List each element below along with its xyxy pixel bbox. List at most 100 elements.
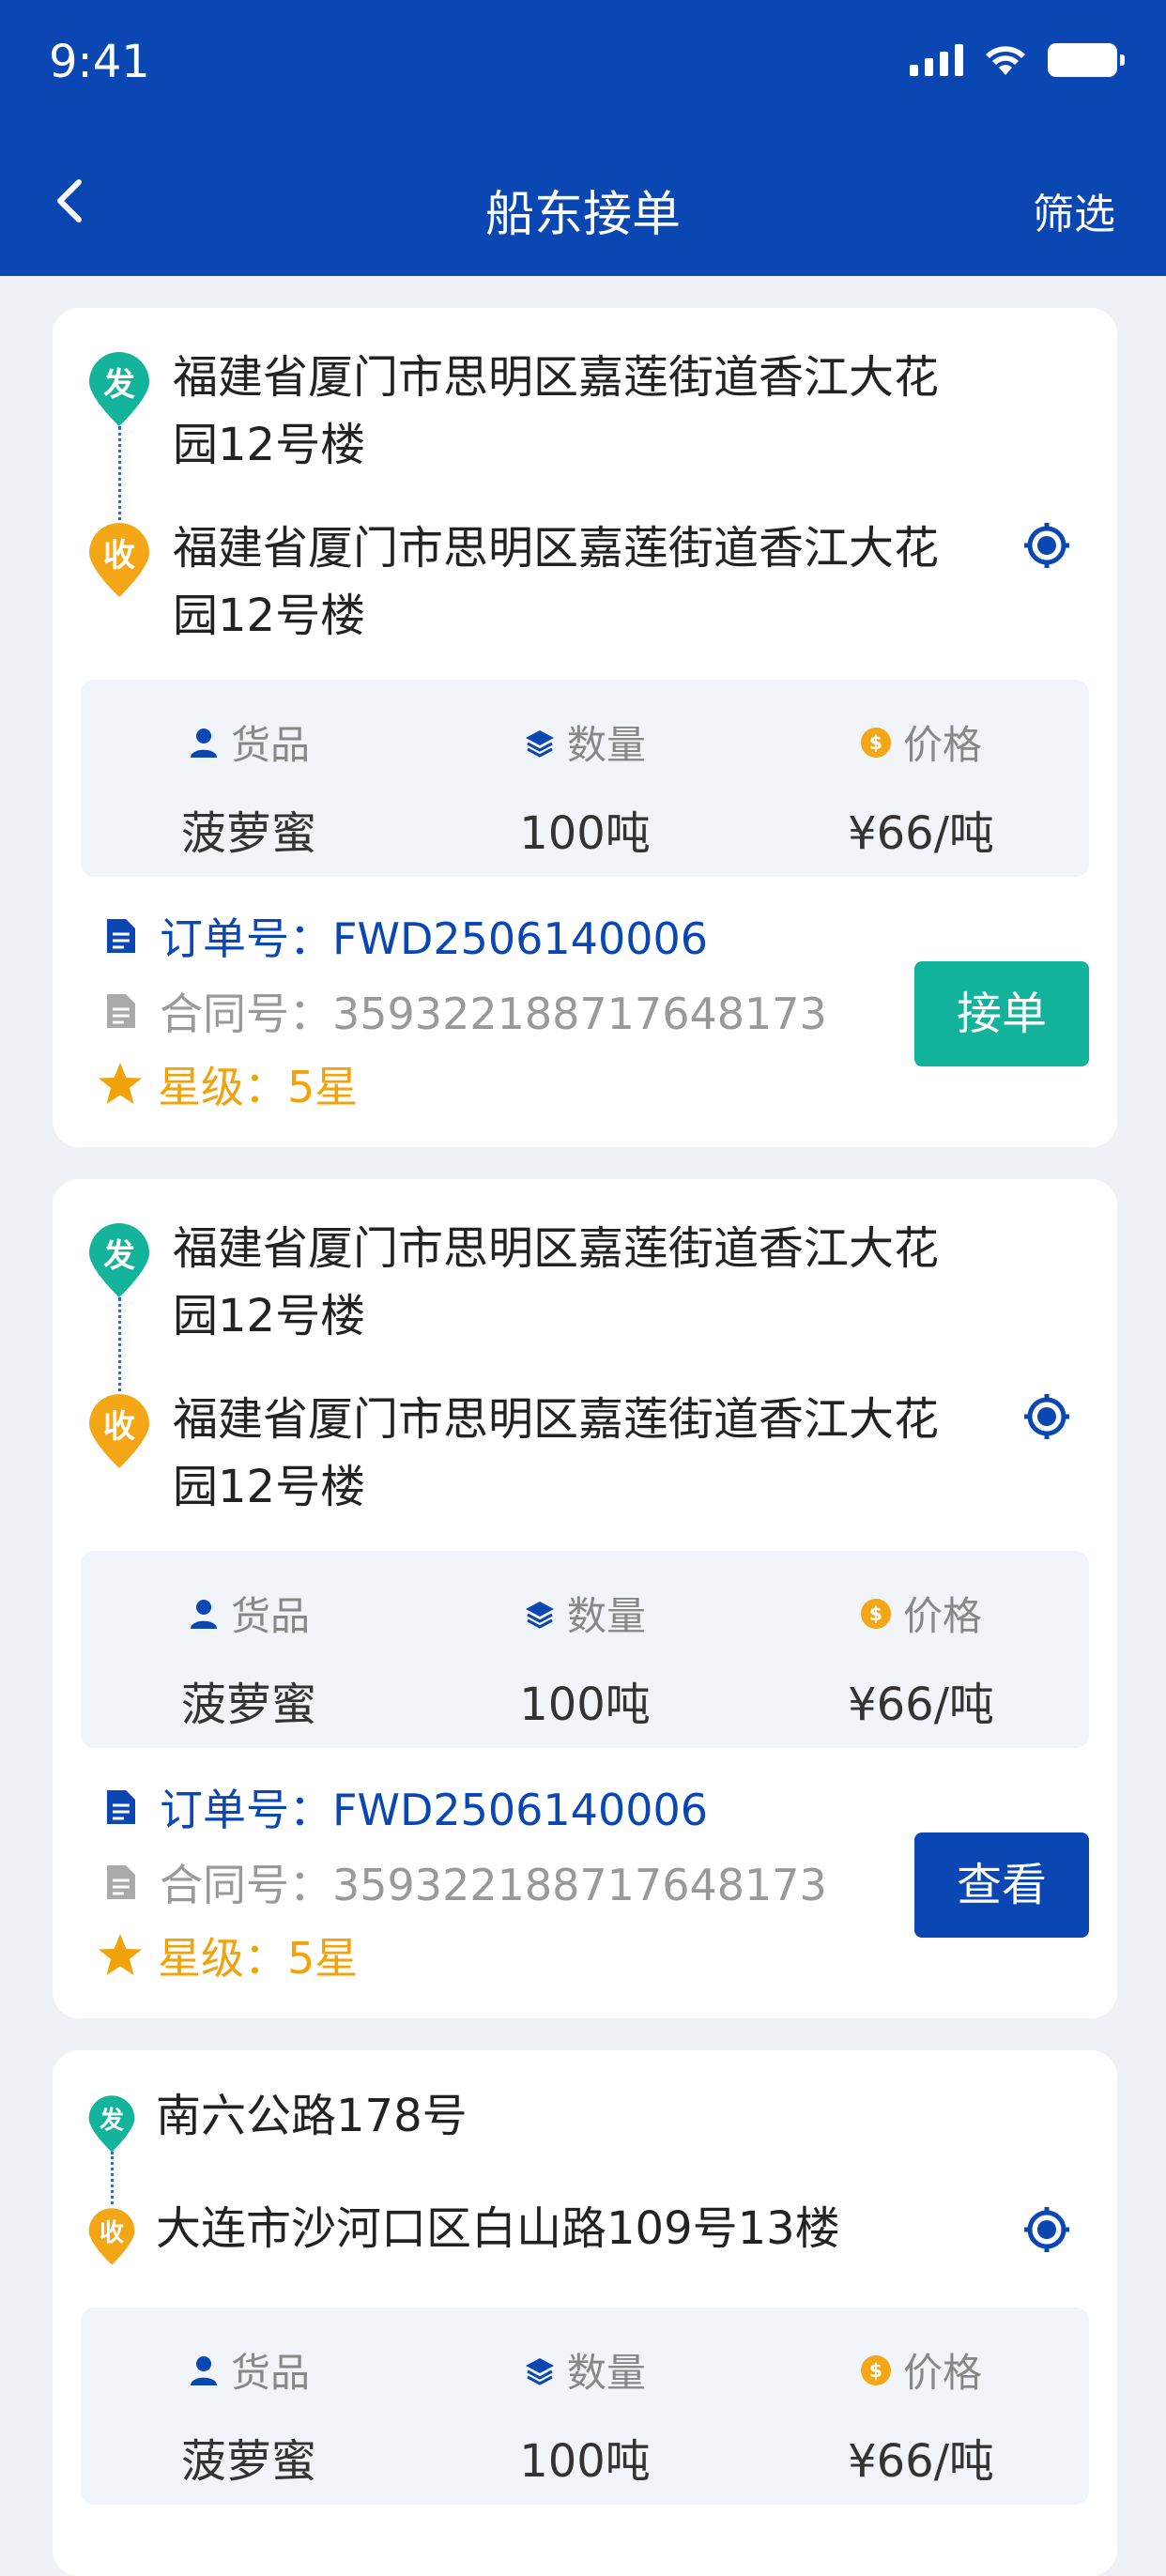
to-badge: 收 [103, 537, 135, 575]
coin-icon: $ [860, 1598, 891, 1629]
coin-icon: $ [860, 727, 891, 758]
from-address-line1: 福建省厦门市思明区嘉莲街道香江大花 [173, 1222, 940, 1275]
route-connector [118, 426, 121, 528]
goods-header: 货品 [230, 1593, 310, 1639]
from-address-line2: 园12号楼 [173, 1290, 366, 1342]
to-address: 福建省厦门市思明区嘉莲街道香江大花 园12号楼 [173, 1386, 999, 1521]
route-connector [111, 2152, 114, 2204]
goods-header: 货品 [230, 2350, 310, 2396]
quantity-value: 100吨 [519, 2435, 651, 2488]
rating-text: 星级：5星 [158, 1933, 359, 1984]
goods-value: 菠萝蜜 [180, 2435, 316, 2488]
route: 发 福建省厦门市思明区嘉莲街道香江大花 园12号楼 收 福建省厦门市思明区嘉莲街… [86, 1220, 1082, 1558]
layers-icon [525, 729, 554, 758]
document-icon [107, 1865, 135, 1899]
price-column: $ 价格 ¥66/吨 [753, 680, 1089, 877]
rating: 星级：5星 [99, 1053, 359, 1115]
locate-icon[interactable] [1023, 1393, 1070, 1440]
to-pin-icon: 收 [86, 520, 152, 599]
route-connector [118, 1297, 121, 1399]
goods-value: 菠萝蜜 [180, 807, 316, 860]
to-address-line2: 园12号楼 [173, 1461, 366, 1513]
from-address: 福建省厦门市思明区嘉莲街道香江大花 园12号楼 [173, 344, 999, 479]
contract-number-text: 合同号：359322188717648173 [160, 1860, 827, 1910]
price-value: ¥66/吨 [848, 2435, 994, 2488]
from-badge: 发 [103, 1237, 135, 1275]
from-badge: 发 [103, 366, 135, 404]
goods-panel: 货品 菠萝蜜 数量 100吨 $ 价格 ¥66/吨 [81, 1551, 1089, 1748]
price-value: ¥66/吨 [848, 1679, 994, 1731]
quantity-value: 100吨 [519, 1679, 651, 1731]
quantity-value: 100吨 [519, 807, 651, 860]
order-card: 发 福建省厦门市思明区嘉莲街道香江大花 园12号楼 收 福建省厦门市思明区嘉莲街… [53, 1179, 1117, 2018]
from-address-line2: 园12号楼 [173, 419, 366, 471]
to-badge: 收 [99, 2219, 124, 2247]
wifi-icon [986, 46, 1025, 75]
goods-column: 货品 菠萝蜜 [81, 2308, 417, 2505]
price-column: $ 价格 ¥66/吨 [753, 2308, 1089, 2505]
price-header: 价格 [902, 2350, 982, 2396]
to-pin-icon: 收 [86, 2206, 137, 2266]
locate-icon[interactable] [1023, 2206, 1070, 2253]
from-badge: 发 [99, 2107, 124, 2135]
filter-button[interactable]: 筛选 [1033, 180, 1115, 240]
document-icon [107, 994, 135, 1028]
to-badge: 收 [103, 1408, 135, 1446]
document-icon [107, 919, 135, 953]
locate-icon[interactable] [1023, 522, 1070, 569]
price-column: $ 价格 ¥66/吨 [753, 1551, 1089, 1748]
price-header: 价格 [902, 1593, 982, 1639]
order-number-text: 订单号：FWD2506140006 [160, 913, 709, 964]
goods-column: 货品 菠萝蜜 [81, 1551, 417, 1748]
quantity-column: 数量 100吨 [417, 2308, 753, 2505]
rating-text: 星级：5星 [158, 1062, 359, 1112]
route: 发 南六公路178号 收 大连市沙河口区白山路109号13楼 [86, 2090, 1082, 2265]
layers-icon [525, 2357, 554, 2385]
quantity-column: 数量 100吨 [417, 1551, 753, 1748]
document-icon [107, 1790, 135, 1824]
order-number: 订单号：FWD2506140006 [101, 1776, 708, 1838]
coin-icon: $ [860, 2354, 891, 2385]
to-address-line1: 福建省厦门市思明区嘉莲街道香江大花 [173, 522, 940, 575]
order-card: 发 福建省厦门市思明区嘉莲街道香江大花 园12号楼 收 福建省厦门市思明区嘉莲街… [53, 308, 1117, 1147]
price-value: ¥66/吨 [848, 807, 994, 860]
goods-column: 货品 菠萝蜜 [81, 680, 417, 877]
status-time: 9:41 [49, 36, 150, 88]
user-icon [190, 2355, 217, 2385]
from-address-line1: 福建省厦门市思明区嘉莲街道香江大花 [173, 351, 940, 404]
goods-header: 货品 [230, 722, 310, 768]
from-address: 南六公路178号 [156, 2090, 468, 2142]
route: 发 福建省厦门市思明区嘉莲街道香江大花 园12号楼 收 福建省厦门市思明区嘉莲街… [86, 349, 1082, 687]
accept-order-button[interactable]: 接单 [914, 961, 1089, 1066]
quantity-header: 数量 [566, 722, 646, 768]
from-pin-icon: 发 [86, 349, 152, 428]
order-number: 订单号：FWD2506140006 [101, 905, 708, 967]
from-address: 福建省厦门市思明区嘉莲街道香江大花 园12号楼 [173, 1215, 999, 1350]
rating: 星级：5星 [99, 1924, 359, 1986]
to-address-line1: 福建省厦门市思明区嘉莲街道香江大花 [173, 1393, 940, 1446]
view-order-button[interactable]: 查看 [914, 1832, 1089, 1938]
goods-value: 菠萝蜜 [180, 1679, 316, 1731]
goods-panel: 货品 菠萝蜜 数量 100吨 $ 价格 ¥66/吨 [81, 2308, 1089, 2505]
status-icons [910, 43, 1125, 77]
to-pin-icon: 收 [86, 1391, 152, 1470]
order-number-text: 订单号：FWD2506140006 [160, 1785, 709, 1835]
user-icon [190, 1599, 217, 1629]
from-pin-icon: 发 [86, 1220, 152, 1299]
quantity-header: 数量 [566, 2350, 646, 2396]
star-icon [99, 1934, 142, 1975]
app-header: 9:41 船东接单 筛选 [0, 0, 1166, 276]
contract-number: 合同号：359322188717648173 [101, 980, 827, 1042]
price-header: 价格 [902, 722, 982, 768]
svg-text:$: $ [869, 2359, 882, 2382]
contract-number-text: 合同号：359322188717648173 [160, 989, 827, 1039]
order-card: 发 南六公路178号 收 大连市沙河口区白山路109号13楼 货品 菠萝蜜 数量… [53, 2050, 1117, 2576]
signal-icon [910, 44, 963, 76]
battery-icon [1048, 43, 1125, 77]
layers-icon [525, 1601, 554, 1629]
to-address-line2: 园12号楼 [173, 590, 366, 642]
to-address: 大连市沙河口区白山路109号13楼 [156, 2202, 840, 2255]
from-pin-icon: 发 [86, 2093, 137, 2154]
user-icon [190, 728, 217, 758]
contract-number: 合同号：359322188717648173 [101, 1851, 827, 1913]
